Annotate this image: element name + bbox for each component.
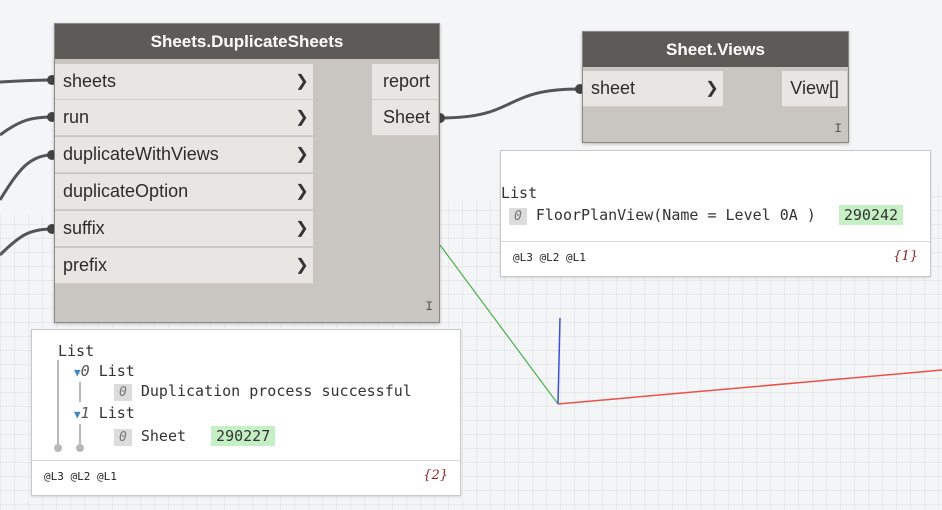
list-item: 0 Duplication process successful (114, 382, 412, 401)
item-text: Duplication process successful (140, 382, 412, 400)
chevron-right-icon[interactable]: ❯ (291, 248, 313, 284)
port-label: run (63, 107, 90, 127)
sublist-index: 0 (80, 362, 90, 380)
sublist-label: List (98, 362, 135, 380)
item-index: 0 (114, 384, 132, 401)
input-port-prefix[interactable]: prefix ❯ (55, 248, 313, 284)
port-label: sheets (63, 71, 117, 91)
chevron-right-icon[interactable]: ❯ (291, 174, 313, 210)
chevron-right-icon[interactable]: ❯ (701, 71, 723, 107)
node-title[interactable]: Sheet.Views (583, 32, 848, 67)
list-levels[interactable]: @L3 @L2 @L1 (44, 470, 117, 483)
preview-footer: @L3 @L2 @L1 {1} (501, 241, 930, 276)
list-root-label: List (501, 184, 538, 202)
lacing-indicator[interactable]: I (834, 121, 842, 136)
sublist-0[interactable]: ▼0 List (74, 362, 135, 380)
sublist-1[interactable]: ▼1 List (74, 404, 135, 422)
output-port-view-list[interactable]: View[] (782, 71, 847, 107)
list-root-label: List (58, 342, 95, 360)
chevron-right-icon[interactable]: ❯ (291, 100, 313, 136)
element-id[interactable]: 290242 (838, 205, 904, 225)
input-port-sheet[interactable]: sheet ❯ (583, 71, 723, 107)
sublist-label: List (98, 404, 135, 422)
item-count: {2} (423, 468, 448, 483)
list-item: 0 FloorPlanView(Name = Level 0A ) 290242 (509, 205, 904, 225)
input-port-duplicateoption[interactable]: duplicateOption ❯ (55, 174, 313, 210)
output-port-sheet[interactable]: Sheet (372, 100, 438, 136)
duplicate-preview-bubble[interactable]: List ▼0 List 0 Duplication process succe… (31, 329, 461, 496)
triangle-down-icon[interactable]: ▼ (74, 408, 81, 421)
wire-sheets (0, 78, 53, 84)
item-text: FloorPlanView(Name = Level 0A ) (535, 206, 816, 224)
node-title[interactable]: Sheets.DuplicateSheets (55, 24, 439, 59)
item-text: Sheet (140, 427, 187, 445)
item-index: 0 (114, 429, 132, 446)
list-item: 0 Sheet 290227 (114, 426, 276, 446)
port-label: suffix (63, 218, 105, 238)
preview-footer: @L3 @L2 @L1 {2} (32, 460, 460, 495)
input-port-sheets[interactable]: sheets ❯ (55, 64, 313, 100)
item-count: {1} (893, 249, 918, 264)
wire-duplicatewithviews (0, 153, 53, 201)
port-label: sheet (591, 78, 636, 98)
sublist-index: 1 (80, 404, 90, 422)
element-id[interactable]: 290227 (211, 426, 276, 446)
views-preview-bubble[interactable]: List 0 FloorPlanView(Name = Level 0A ) 2… (500, 150, 931, 277)
port-label: duplicateWithViews (63, 144, 219, 164)
chevron-right-icon[interactable]: ❯ (291, 137, 313, 173)
output-port-report[interactable]: report (372, 64, 438, 100)
port-label: prefix (63, 255, 108, 275)
input-port-run[interactable]: run ❯ (55, 100, 313, 136)
triangle-down-icon[interactable]: ▼ (74, 366, 81, 379)
item-index: 0 (509, 208, 527, 225)
port-label: duplicateOption (63, 181, 189, 201)
list-levels[interactable]: @L3 @L2 @L1 (513, 251, 586, 264)
wire-run (0, 115, 53, 137)
sheet-views-node[interactable]: Sheet.Views sheet ❯ View[] I (582, 31, 849, 143)
duplicate-sheets-node[interactable]: Sheets.DuplicateSheets sheets ❯ run ❯ du… (54, 23, 440, 323)
input-port-duplicatewithviews[interactable]: duplicateWithViews ❯ (55, 137, 313, 173)
chevron-right-icon[interactable]: ❯ (291, 64, 313, 100)
lacing-indicator[interactable]: I (425, 299, 433, 314)
chevron-right-icon[interactable]: ❯ (291, 211, 313, 247)
input-port-suffix[interactable]: suffix ❯ (55, 211, 313, 247)
wire-sheet-to-views (439, 87, 581, 120)
